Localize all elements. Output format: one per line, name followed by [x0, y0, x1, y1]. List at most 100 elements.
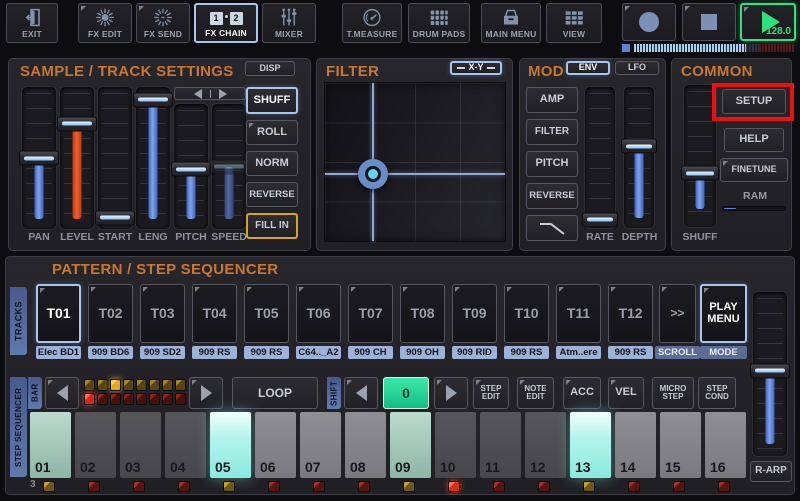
step-pad-12[interactable]: 12 — [525, 412, 566, 478]
bar-flag[interactable] — [110, 393, 121, 405]
speed-slider[interactable] — [209, 104, 249, 229]
loop-button[interactable]: LOOP — [232, 377, 318, 409]
stop-button[interactable] — [682, 3, 736, 41]
track-button-t04[interactable]: T04 — [192, 284, 237, 343]
step-edit-button[interactable]: STEP EDIT — [473, 377, 509, 409]
pitch-slider-handle[interactable] — [171, 161, 211, 177]
bar-flag[interactable] — [149, 379, 160, 391]
bar-next-button[interactable] — [189, 377, 223, 409]
track-button-t05[interactable]: T05 — [244, 284, 289, 343]
step-pad-14[interactable]: 14 — [615, 412, 656, 478]
mod-env-shape-button[interactable] — [526, 215, 578, 241]
norm-button[interactable]: NORM — [246, 151, 298, 176]
fx-edit-button[interactable]: FX EDIT — [78, 3, 132, 43]
bar-flag[interactable] — [162, 379, 173, 391]
play-button[interactable]: 128.0 — [740, 3, 796, 41]
play-menu-button[interactable]: PLAY MENU — [700, 284, 747, 343]
step-pad-09[interactable]: 09 — [390, 412, 431, 478]
disp-button[interactable]: DISP — [245, 61, 295, 76]
start-slider-handle[interactable] — [95, 210, 135, 226]
acc-button[interactable]: ACC — [563, 377, 601, 409]
fill-in-button[interactable]: FILL IN — [246, 213, 298, 239]
reverse-button[interactable]: REVERSE — [246, 182, 298, 207]
track-button-t11[interactable]: T11 — [556, 284, 601, 343]
bar-flag[interactable] — [123, 379, 134, 391]
mod-amp-button[interactable]: AMP — [526, 87, 578, 113]
bar-flag[interactable] — [97, 393, 108, 405]
bar-flag[interactable] — [97, 379, 108, 391]
step-pad-15[interactable]: 15 — [660, 412, 701, 478]
drum-pads-button[interactable]: DRUM PADS — [408, 3, 470, 43]
shift-value-display[interactable]: 0 — [383, 377, 429, 409]
bar-flag[interactable] — [136, 379, 147, 391]
bar-flag-current[interactable] — [84, 393, 95, 405]
track-button-t09[interactable]: T09 — [452, 284, 497, 343]
step-pad-08[interactable]: 08 — [345, 412, 386, 478]
pattern-level-slider-handle[interactable] — [750, 363, 790, 379]
bar-flag[interactable] — [149, 393, 160, 405]
step-pad-01[interactable]: 01 — [30, 412, 71, 478]
bar-flag[interactable] — [84, 379, 95, 391]
fx-chain-button[interactable]: 12 FX CHAIN — [194, 3, 258, 43]
xy-mode-button[interactable]: X-Y — [450, 61, 502, 75]
step-pad-16[interactable]: 16 — [705, 412, 746, 478]
mod-pitch-button[interactable]: PITCH — [526, 151, 578, 177]
bar-prev-button[interactable] — [45, 377, 79, 409]
pan-slider[interactable] — [19, 87, 59, 229]
bar-flag[interactable] — [136, 393, 147, 405]
mod-reverse-button[interactable]: REVERSE — [526, 183, 578, 209]
xy-puck[interactable] — [358, 159, 388, 189]
sample-nav-button[interactable] — [174, 87, 246, 100]
micro-step-button[interactable]: MICRO STEP — [652, 377, 694, 409]
mod-tab-env[interactable]: ENV — [566, 61, 610, 75]
common-shuffle-slider-handle[interactable] — [681, 165, 719, 181]
track-button-t01[interactable]: T01 — [36, 284, 81, 343]
track-button-t07[interactable]: T07 — [348, 284, 393, 343]
step-pad-10[interactable]: 10 — [435, 412, 476, 478]
help-button[interactable]: HELP — [724, 128, 784, 152]
main-menu-button[interactable]: MAIN MENU — [481, 3, 541, 43]
view-button[interactable]: VIEW — [546, 3, 602, 43]
step-pad-13[interactable]: 13 — [570, 412, 611, 478]
bar-flag-current[interactable] — [110, 379, 121, 391]
mod-tab-lfo[interactable]: LFO — [615, 61, 659, 75]
step-pad-02[interactable]: 02 — [75, 412, 116, 478]
roll-button[interactable]: ROLL — [246, 120, 298, 145]
shuff-button[interactable]: SHUFF — [246, 87, 298, 114]
pitch-slider[interactable] — [171, 104, 211, 229]
length-slider-handle[interactable] — [133, 92, 173, 108]
filter-xy-pad[interactable] — [324, 82, 506, 242]
t-measure-button[interactable]: T.MEASURE — [342, 3, 402, 43]
bar-flag[interactable] — [162, 393, 173, 405]
track-button-t02[interactable]: T02 — [88, 284, 133, 343]
step-pad-04[interactable]: 04 — [165, 412, 206, 478]
exit-button[interactable]: EXIT — [6, 3, 58, 43]
record-button[interactable] — [622, 3, 676, 41]
shift-right-button[interactable] — [434, 377, 468, 409]
track-button-t06[interactable]: T06 — [296, 284, 341, 343]
level-slider-handle[interactable] — [57, 116, 97, 132]
speed-slider-handle[interactable] — [209, 159, 249, 174]
step-pad-05[interactable]: 05 — [210, 412, 251, 478]
step-pad-06[interactable]: 06 — [255, 412, 296, 478]
mod-depth-slider[interactable] — [621, 87, 657, 228]
track-button-t12[interactable]: T12 — [608, 284, 653, 343]
track-button-t08[interactable]: T08 — [400, 284, 445, 343]
mod-rate-slider-handle[interactable] — [582, 212, 618, 228]
step-pad-11[interactable]: 11 — [480, 412, 521, 478]
mixer-button[interactable]: MIXER — [262, 3, 316, 43]
mod-depth-slider-handle[interactable] — [621, 138, 657, 154]
track-scroll-button[interactable]: >> — [659, 284, 696, 343]
pan-slider-handle[interactable] — [19, 150, 59, 166]
finetune-button[interactable]: FINETUNE — [720, 158, 788, 182]
step-pad-03[interactable]: 03 — [120, 412, 161, 478]
step-pad-07[interactable]: 07 — [300, 412, 341, 478]
bar-flag[interactable] — [175, 379, 186, 391]
track-button-t03[interactable]: T03 — [140, 284, 185, 343]
shift-left-button[interactable] — [344, 377, 378, 409]
pattern-level-slider[interactable] — [750, 292, 790, 456]
fx-send-button[interactable]: FX SEND — [136, 3, 190, 43]
bar-flag[interactable] — [123, 393, 134, 405]
note-edit-button[interactable]: NOTE EDIT — [517, 377, 554, 409]
start-slider[interactable] — [95, 87, 135, 229]
